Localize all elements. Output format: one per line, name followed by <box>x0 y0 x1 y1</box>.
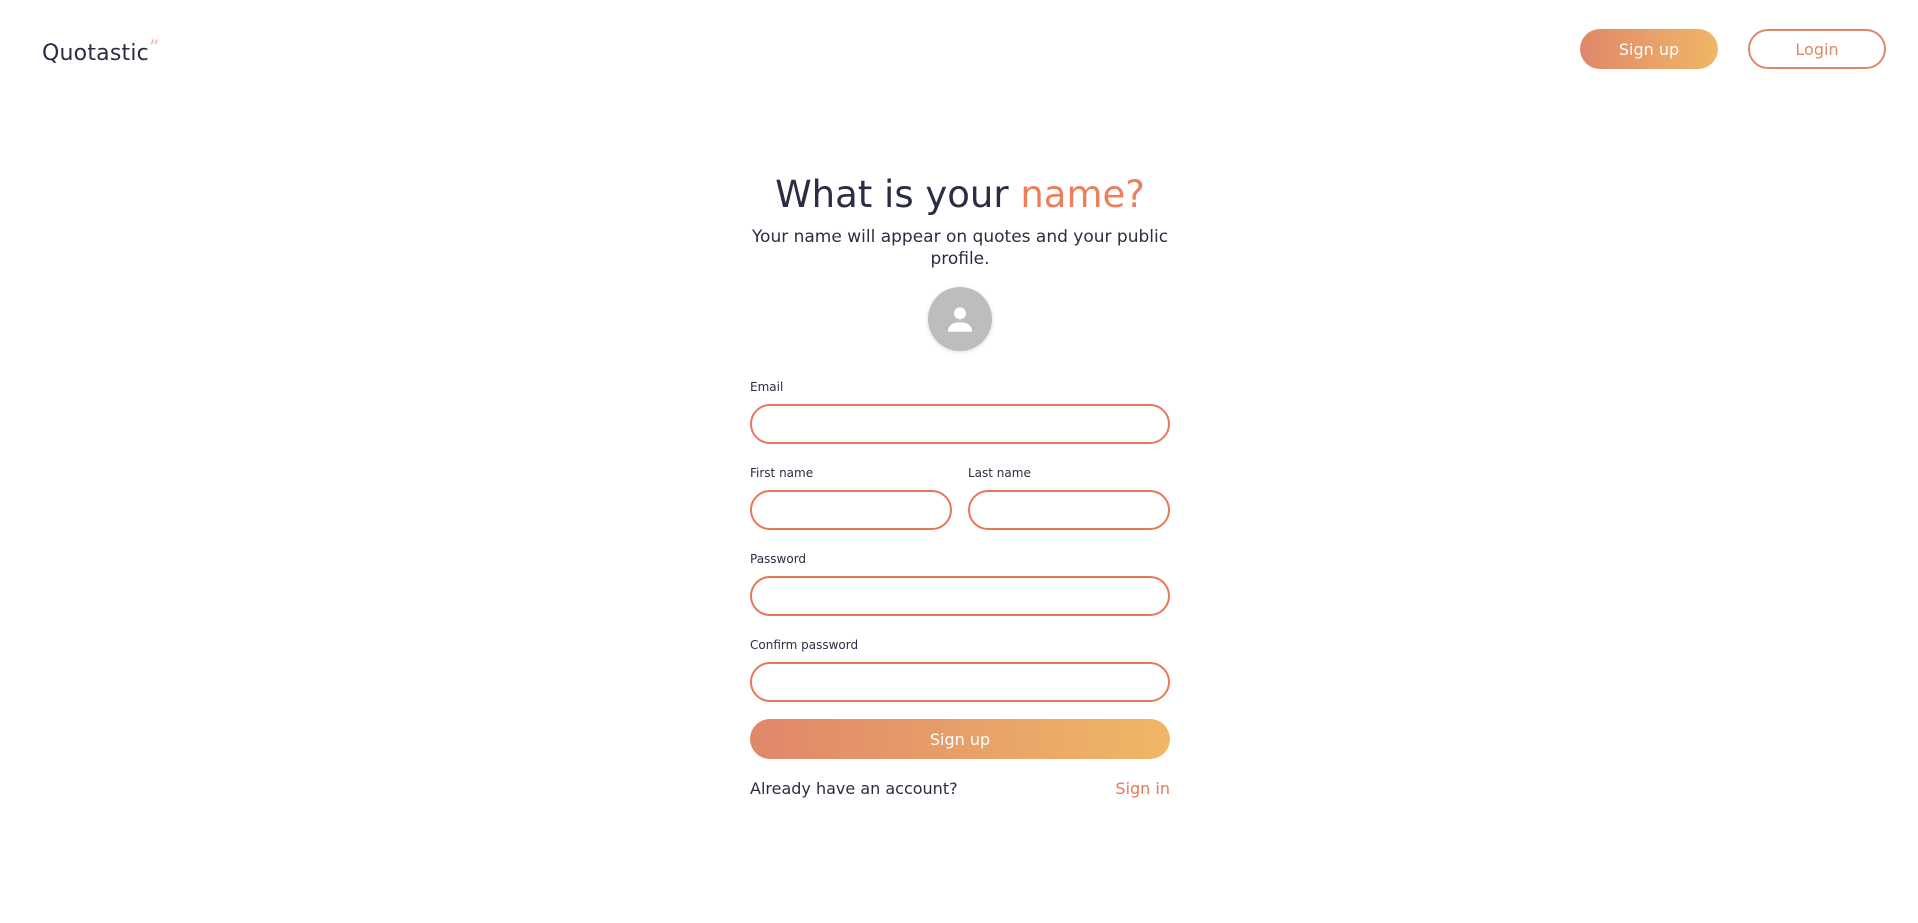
avatar[interactable] <box>928 287 992 351</box>
email-label: Email <box>750 380 784 394</box>
page-subtitle: Your name will appear on quotes and your… <box>751 227 1169 269</box>
confirm-password-label: Confirm password <box>750 638 859 652</box>
signin-row: Already have an account? Sign in <box>750 779 1170 799</box>
last-name-field[interactable] <box>968 490 1170 530</box>
email-field[interactable] <box>750 404 1170 444</box>
first-name-group: First name <box>750 466 952 530</box>
signup-submit-button[interactable]: Sign up <box>750 719 1170 759</box>
email-group: Email <box>750 380 1170 444</box>
confirm-password-field[interactable] <box>750 662 1170 702</box>
first-name-label: First name <box>750 466 814 480</box>
page-title: What is your name? <box>740 170 1180 220</box>
have-account-text: Already have an account? <box>750 779 958 798</box>
logo[interactable]: Quotastic ” <box>42 35 160 68</box>
user-icon <box>947 307 973 332</box>
header-signup-button[interactable]: Sign up <box>1580 29 1718 69</box>
page-title-accent: name? <box>1020 173 1145 216</box>
password-field[interactable] <box>750 576 1170 616</box>
signup-form-container: What is your name? Your name will appear… <box>750 170 1170 799</box>
first-name-field[interactable] <box>750 490 952 530</box>
last-name-group: Last name <box>968 466 1170 530</box>
signup-form: Email First name Last name Password Conf… <box>750 380 1170 799</box>
quote-icon: ” <box>148 35 160 59</box>
page-title-main: What is your <box>775 173 1021 216</box>
signup-page: Quotastic ” Sign up Login What is your n… <box>0 0 1918 923</box>
signin-link[interactable]: Sign in <box>1115 779 1170 799</box>
logo-text: Quotastic <box>42 41 149 66</box>
password-group: Password <box>750 552 1170 616</box>
confirm-password-group: Confirm password <box>750 638 1170 702</box>
name-row: First name Last name <box>750 466 1170 530</box>
password-label: Password <box>750 552 807 566</box>
header-login-button[interactable]: Login <box>1748 29 1886 69</box>
last-name-label: Last name <box>968 466 1031 480</box>
